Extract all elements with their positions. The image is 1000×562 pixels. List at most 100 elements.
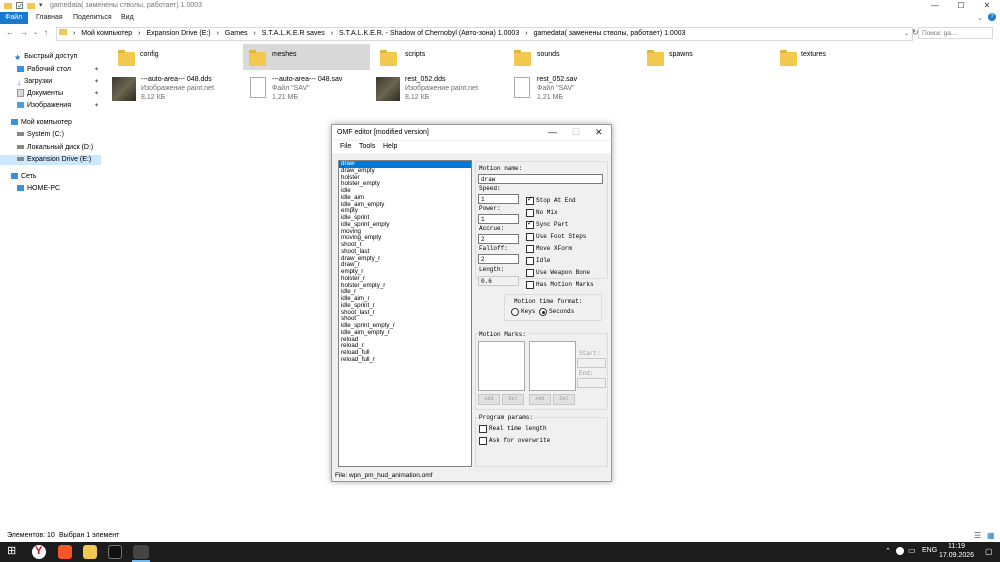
tab-view[interactable]: Вид (116, 12, 139, 24)
breadcrumb-expansion-drive[interactable]: Expansion Drive (E:) (146, 30, 210, 37)
file-explorer-icon[interactable] (83, 545, 97, 559)
yandex-browser-icon[interactable]: Y (32, 545, 46, 559)
falloff-input[interactable]: 2 (478, 254, 519, 264)
menu-file[interactable]: File (340, 143, 351, 150)
details-view-icon[interactable]: ☰ (974, 531, 981, 540)
nav-downloads[interactable]: ↓ Загрузки (17, 77, 52, 87)
animation-list-item[interactable]: idle_aim_empty_r (339, 329, 471, 337)
nav-my-computer[interactable]: Мой компьютер (11, 118, 72, 128)
language-indicator[interactable]: ENG (922, 547, 937, 554)
use-foot-steps-checkbox[interactable] (526, 233, 534, 241)
breadcrumb-stalker-saves[interactable]: S.T.A.L.K.E.R saves (262, 30, 325, 37)
nav-expansion-drive-e[interactable]: Expansion Drive (E:) (0, 155, 101, 165)
power-label: Power: (479, 205, 501, 212)
power-input[interactable]: 1 (478, 214, 519, 224)
folder-name: textures (801, 51, 826, 58)
omf-maximize-button[interactable]: ☐ (572, 127, 580, 138)
menu-tools[interactable]: Tools (359, 143, 375, 150)
speed-input[interactable]: 1 (478, 194, 519, 204)
add-mark-button[interactable]: Add (478, 394, 500, 405)
animation-list[interactable]: draw draw_empty holster holster_empty idle id… (338, 160, 472, 467)
motion-name-input[interactable]: draw (478, 174, 603, 184)
file-name: rest_052.dds (405, 76, 446, 83)
animation-list-item[interactable]: reload_full_r (339, 356, 471, 364)
close-button[interactable]: ✕ (974, 0, 1000, 12)
address-dropdown-icon[interactable]: ⌄ (904, 30, 909, 37)
clock-date[interactable]: 17.09.2026 (939, 552, 974, 559)
new-folder-icon[interactable] (27, 2, 35, 11)
idle-checkbox[interactable] (526, 257, 534, 265)
omf-editor-taskbar-icon[interactable] (133, 545, 149, 559)
network-tray-icon[interactable]: ▭ (908, 546, 916, 555)
star-icon: ★ (14, 53, 22, 63)
computer-icon (11, 119, 18, 126)
omf-close-button[interactable]: ✕ (595, 127, 603, 138)
search-input[interactable]: Поиск: ga... (918, 27, 993, 39)
clock-time[interactable]: 11:19 (948, 543, 965, 550)
keys-radio[interactable] (511, 308, 519, 316)
tab-share[interactable]: Поделиться (68, 12, 117, 24)
animation-list-item[interactable]: idle_aim_empty (339, 201, 471, 209)
tray-yandex-icon[interactable] (896, 547, 904, 555)
breadcrumb-my-computer[interactable]: Мой компьютер (81, 30, 132, 37)
help-icon[interactable]: ? (988, 13, 996, 21)
terminal-icon[interactable] (108, 545, 122, 559)
no-mix-checkbox[interactable] (526, 209, 534, 217)
accrue-input[interactable]: 2 (478, 234, 519, 244)
sync-part-checkbox[interactable] (526, 219, 534, 229)
seconds-radio[interactable] (539, 308, 547, 316)
expand-ribbon-icon[interactable]: ⌄ (977, 14, 983, 22)
back-arrow-icon[interactable]: ← (6, 28, 14, 37)
animation-list-item[interactable]: holster_empty_r (339, 282, 471, 290)
nav-network[interactable]: Сеть (11, 172, 37, 182)
add-mark-button-2[interactable]: Add (529, 394, 551, 405)
motion-marks-list-1[interactable] (478, 341, 525, 391)
nav-system-c[interactable]: System (C:) (17, 130, 64, 140)
tab-file[interactable]: Файл (0, 12, 28, 24)
move-xform-checkbox[interactable] (526, 245, 534, 253)
motion-marks-list-2[interactable] (529, 341, 576, 391)
del-mark-button[interactable]: Del (502, 394, 524, 405)
tray-overflow-icon[interactable]: ⌃ (885, 547, 891, 555)
file-type: Файл "SAV" (272, 85, 310, 92)
up-arrow-icon[interactable]: ↑ (44, 28, 48, 37)
ask-for-overwrite-checkbox[interactable] (479, 437, 487, 445)
stop-at-end-checkbox[interactable] (526, 195, 534, 205)
status-bar: Элементов: 10 Выбран 1 элемент ☰ ▦ (0, 530, 1000, 542)
nav-documents[interactable]: Документы (17, 89, 63, 99)
del-mark-button-2[interactable]: Del (553, 394, 575, 405)
folder-item-selected[interactable]: meshes (243, 44, 370, 70)
folder-icon (118, 50, 135, 66)
nav-local-disk-d[interactable]: Локальный диск (D:) (17, 143, 93, 153)
nav-quick-access[interactable]: ★ Быстрый доступ (14, 52, 77, 62)
large-icons-view-icon[interactable]: ▦ (987, 531, 995, 540)
menu-help[interactable]: Help (383, 143, 397, 150)
tab-home[interactable]: Главная (31, 12, 68, 24)
nav-home-pc[interactable]: HOME-PC (17, 184, 60, 194)
real-time-length-checkbox[interactable] (479, 425, 487, 433)
notifications-icon[interactable]: ▢ (985, 547, 993, 556)
minimize-button[interactable]: — (922, 0, 948, 12)
folder-icon (647, 50, 664, 66)
omf-minimize-button[interactable]: — (548, 127, 557, 137)
quick-access-dropdown-icon[interactable]: ▾ (39, 1, 43, 9)
breadcrumb-games[interactable]: Games (225, 30, 248, 37)
use-weapon-bone-checkbox[interactable] (526, 269, 534, 277)
breadcrumb-shadow-of-chernobyl[interactable]: S.T.A.L.K.E.R. - Shadow of Chernobyl (Ав… (339, 30, 519, 37)
nav-pictures[interactable]: Изображения (17, 101, 71, 111)
omf-file-name: wpn_pm_hud_animation.omf (349, 472, 433, 479)
maximize-button[interactable]: ☐ (948, 0, 974, 12)
breadcrumb-gamedata[interactable]: gamedata( заменены стволы, работает) 1.0… (533, 30, 685, 37)
has-motion-marks-checkbox[interactable] (526, 281, 534, 289)
length-label: Length: (479, 266, 505, 273)
animation-list-item[interactable]: shoot_last_r (339, 309, 471, 317)
recent-locations-icon[interactable]: ⌄ (33, 29, 38, 36)
start-windows-icon[interactable]: ⊞ (7, 546, 16, 557)
pin-icon: ✦ (94, 79, 100, 85)
nav-desktop[interactable]: Рабочий стол (17, 65, 71, 75)
address-bar[interactable]: › Мой компьютер › Expansion Drive (E:) ›… (56, 27, 913, 41)
brave-browser-icon[interactable] (58, 545, 72, 559)
forward-arrow-icon[interactable]: → (20, 28, 28, 37)
properties-icon[interactable] (16, 2, 23, 11)
animation-list-item[interactable]: holster_empty (339, 180, 471, 188)
